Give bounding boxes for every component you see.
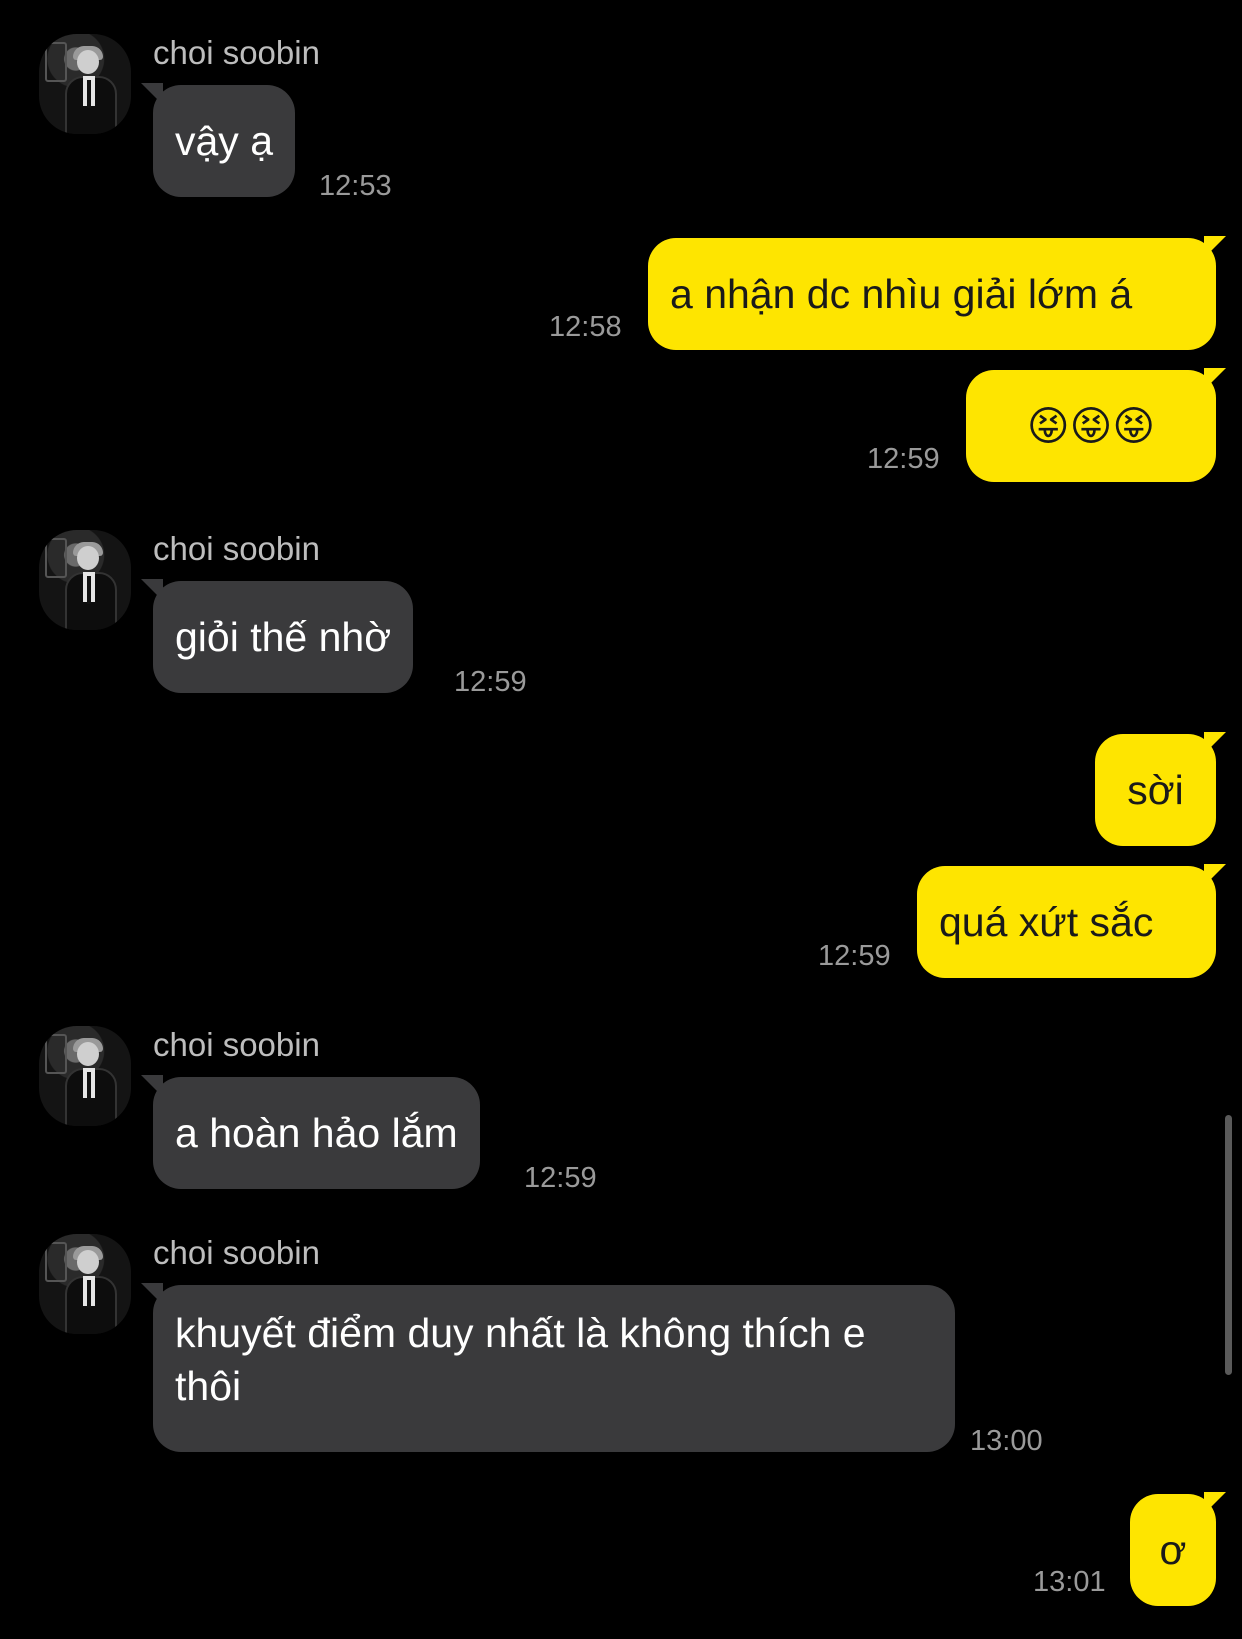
sender-name: choi soobin <box>153 34 320 71</box>
message-time: 12:59 <box>454 666 527 698</box>
message-bubble-outgoing[interactable]: quá xứt sắc <box>917 864 1226 978</box>
sender-name: choi soobin <box>153 1026 320 1063</box>
message-text: sời <box>1127 767 1184 813</box>
sender-name: choi soobin <box>153 530 320 567</box>
message-bubble-outgoing[interactable]: 😝😝😝 <box>966 368 1226 482</box>
message-text: giỏi thế nhờ <box>175 614 392 660</box>
message-time: 12:58 <box>549 311 622 343</box>
avatar[interactable] <box>39 1026 131 1126</box>
message-bubble-outgoing[interactable]: sời <box>1095 732 1226 846</box>
avatar[interactable] <box>39 34 131 134</box>
message-bubble-outgoing[interactable]: a nhận dc nhìu giải lớm á <box>648 236 1226 350</box>
message-text: a hoàn hảo lắm <box>175 1110 458 1156</box>
message-text: ơ <box>1159 1527 1187 1573</box>
message-text: khuyết điểm duy nhất là không thích e th… <box>175 1310 866 1409</box>
message-bubble-incoming[interactable]: a hoàn hảo lắm <box>141 1075 480 1189</box>
message-text: a nhận dc nhìu giải lớm á <box>670 271 1133 317</box>
avatar[interactable] <box>39 1234 131 1334</box>
message-text: vậy ạ <box>175 118 273 164</box>
message-time: 13:00 <box>970 1425 1043 1457</box>
message-text: quá xứt sắc <box>939 899 1154 945</box>
message-bubble-incoming[interactable]: khuyết điểm duy nhất là không thích e th… <box>141 1283 955 1452</box>
message-time: 12:59 <box>867 443 940 475</box>
message-time: 12:53 <box>319 170 392 202</box>
message-time: 12:59 <box>818 940 891 972</box>
sender-name: choi soobin <box>153 1234 320 1271</box>
avatar[interactable] <box>39 530 131 630</box>
message-time: 12:59 <box>524 1162 597 1194</box>
message-bubble-incoming[interactable]: vậy ạ <box>141 83 295 197</box>
message-bubble-incoming[interactable]: giỏi thế nhờ <box>141 579 414 693</box>
message-bubble-outgoing[interactable]: ơ <box>1130 1492 1226 1606</box>
message-time: 13:01 <box>1033 1566 1106 1598</box>
scrollbar[interactable] <box>1225 1115 1232 1375</box>
message-text: 😝😝😝 <box>1026 402 1156 450</box>
